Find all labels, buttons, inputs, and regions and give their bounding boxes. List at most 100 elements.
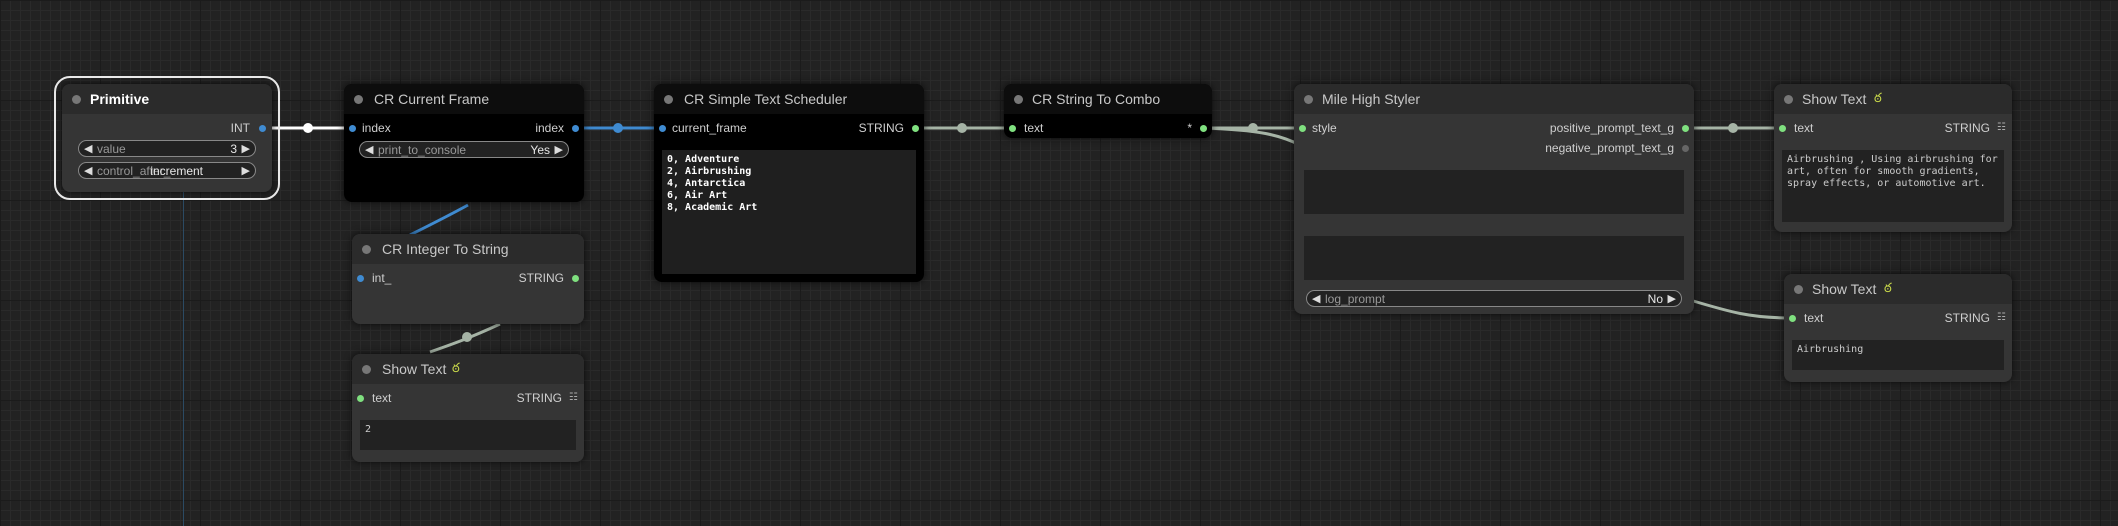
node-titlebar[interactable]: Show Text ఠ <box>352 354 584 384</box>
print-to-console-widget[interactable]: ◀ print_to_console Yes ▶ <box>359 141 569 158</box>
value-widget[interactable]: ◀ value 3 ▶ <box>78 140 256 157</box>
node-title: Show Text <box>1802 91 1867 107</box>
current-frame-node[interactable]: CR Current Frame index index ◀ print_to_… <box>344 84 584 202</box>
input-slot-style[interactable] <box>1299 125 1306 132</box>
input-label: text <box>1804 311 1824 325</box>
output-label: STRING <box>1944 311 1990 325</box>
simple-text-scheduler-node[interactable]: CR Simple Text Scheduler current_frame S… <box>654 84 924 282</box>
input-label: current_frame <box>672 121 747 135</box>
wire-to-show3 <box>1689 298 1793 320</box>
input-label: int_ <box>372 271 392 285</box>
text-display: Airbrushing <box>1792 340 2004 370</box>
text-display: 2 <box>360 420 576 450</box>
output-slot-any[interactable] <box>1200 125 1207 132</box>
schedule-textarea[interactable]: 0, Adventure 2, Airbrushing 4, Antarctic… <box>662 150 916 274</box>
output-slot-int[interactable] <box>259 125 266 132</box>
input-label: text <box>1794 121 1814 135</box>
wire-layer <box>264 123 1793 354</box>
output-slot-negative[interactable] <box>1682 145 1689 152</box>
input-slot-text[interactable] <box>1789 315 1796 322</box>
show-text-node-2[interactable]: Show Text ఠ text STRING ☷ Airbrushing , … <box>1774 84 2012 232</box>
primitive-node[interactable]: Primitive INT ◀ value 3 ▶ ◀ control_afte… <box>54 76 280 200</box>
output-slot-string[interactable] <box>572 275 579 282</box>
python-icon: ఠ <box>1874 90 1882 105</box>
next-arrow-icon[interactable]: ▶ <box>555 143 563 156</box>
output-slot-positive[interactable] <box>1682 125 1689 132</box>
input-slot-index[interactable] <box>349 125 356 132</box>
output-label: STRING <box>858 121 904 135</box>
output-label-negative: negative_prompt_text_g <box>1545 141 1674 155</box>
input-slot-text[interactable] <box>1009 125 1016 132</box>
node-title: CR Integer To String <box>382 241 509 257</box>
grid-icon[interactable]: ☷ <box>1997 122 2006 133</box>
log-prompt-widget[interactable]: ◀ log_prompt No ▶ <box>1306 290 1682 307</box>
input-label: index <box>362 121 391 135</box>
wire-positive-midpoint <box>1728 123 1738 133</box>
collapse-dot-icon[interactable] <box>72 95 81 104</box>
python-icon: ఠ <box>452 360 460 375</box>
decrement-arrow-icon[interactable]: ◀ <box>84 142 92 155</box>
control-after-generate-widget[interactable]: ◀ control_after_ increment ▶ <box>78 162 256 179</box>
collapse-dot-icon[interactable] <box>664 95 673 104</box>
string-to-combo-node[interactable]: CR String To Combo text * <box>1004 84 1212 138</box>
input-label: text <box>1024 121 1044 135</box>
show-text-node-1[interactable]: Show Text ఠ text STRING ☷ 2 <box>352 354 584 462</box>
wire-index-midpoint <box>613 123 623 133</box>
input-slot-text[interactable] <box>1779 125 1786 132</box>
output-label: STRING <box>518 271 564 285</box>
output-label: INT <box>230 121 250 135</box>
input-slot-text[interactable] <box>357 395 364 402</box>
node-title: Show Text <box>1812 281 1877 297</box>
wire-int-midpoint <box>303 123 313 133</box>
output-label-positive: positive_prompt_text_g <box>1549 121 1674 135</box>
collapse-dot-icon[interactable] <box>1014 95 1023 104</box>
mile-high-styler-node[interactable]: Mile High Styler style positive_prompt_t… <box>1294 84 1694 314</box>
collapse-dot-icon[interactable] <box>354 95 363 104</box>
output-label: STRING <box>516 391 562 405</box>
canvas-guide-line <box>183 170 184 526</box>
node-title: Show Text <box>382 361 447 377</box>
next-arrow-icon[interactable]: ▶ <box>1668 292 1676 305</box>
input-slot-int[interactable] <box>357 275 364 282</box>
input-label: style <box>1312 121 1337 135</box>
collapse-dot-icon[interactable] <box>362 365 371 374</box>
prev-arrow-icon[interactable]: ◀ <box>84 164 92 177</box>
integer-to-string-node[interactable]: CR Integer To String int_ STRING <box>352 234 584 324</box>
wire-index-to-int <box>409 203 469 237</box>
text-display: Airbrushing , Using airbrushing for art,… <box>1782 150 2004 222</box>
node-title: CR String To Combo <box>1032 91 1161 107</box>
node-titlebar[interactable]: Primitive <box>62 84 272 114</box>
increment-arrow-icon[interactable]: ▶ <box>242 142 250 155</box>
prev-arrow-icon[interactable]: ◀ <box>365 143 373 156</box>
node-titlebar[interactable]: Show Text ఠ <box>1774 84 2012 114</box>
node-title: Primitive <box>90 91 150 107</box>
output-label: * <box>1187 121 1192 135</box>
grid-icon[interactable]: ☷ <box>1997 312 2006 323</box>
wire-int-string-midpoint <box>462 332 472 342</box>
grid-icon[interactable]: ☷ <box>569 392 578 403</box>
output-slot-index[interactable] <box>572 125 579 132</box>
node-titlebar[interactable]: CR Integer To String <box>352 234 584 264</box>
positive-prompt-textarea[interactable] <box>1304 170 1684 214</box>
node-titlebar[interactable]: Show Text ఠ <box>1784 274 2012 304</box>
output-slot-string[interactable] <box>912 125 919 132</box>
node-title: Mile High Styler <box>1322 91 1421 107</box>
node-titlebar[interactable]: Mile High Styler <box>1294 84 1694 114</box>
collapse-dot-icon[interactable] <box>1784 95 1793 104</box>
node-titlebar[interactable]: CR Simple Text Scheduler <box>654 84 924 114</box>
collapse-dot-icon[interactable] <box>362 245 371 254</box>
collapse-dot-icon[interactable] <box>1794 285 1803 294</box>
next-arrow-icon[interactable]: ▶ <box>242 164 250 177</box>
wire-int-string-to-show <box>429 322 501 354</box>
node-titlebar[interactable]: CR String To Combo <box>1004 84 1212 114</box>
collapse-dot-icon[interactable] <box>1304 95 1313 104</box>
show-text-node-3[interactable]: Show Text ఠ text STRING ☷ Airbrushing <box>1784 274 2012 382</box>
node-title: CR Simple Text Scheduler <box>684 91 848 107</box>
input-slot-current-frame[interactable] <box>659 125 666 132</box>
prev-arrow-icon[interactable]: ◀ <box>1312 292 1320 305</box>
node-titlebar[interactable]: CR Current Frame <box>344 84 584 114</box>
wire-combo-midpoint <box>1248 123 1258 133</box>
input-label: text <box>372 391 392 405</box>
wire-combo-branch <box>1203 126 1301 147</box>
negative-prompt-textarea[interactable] <box>1304 236 1684 280</box>
